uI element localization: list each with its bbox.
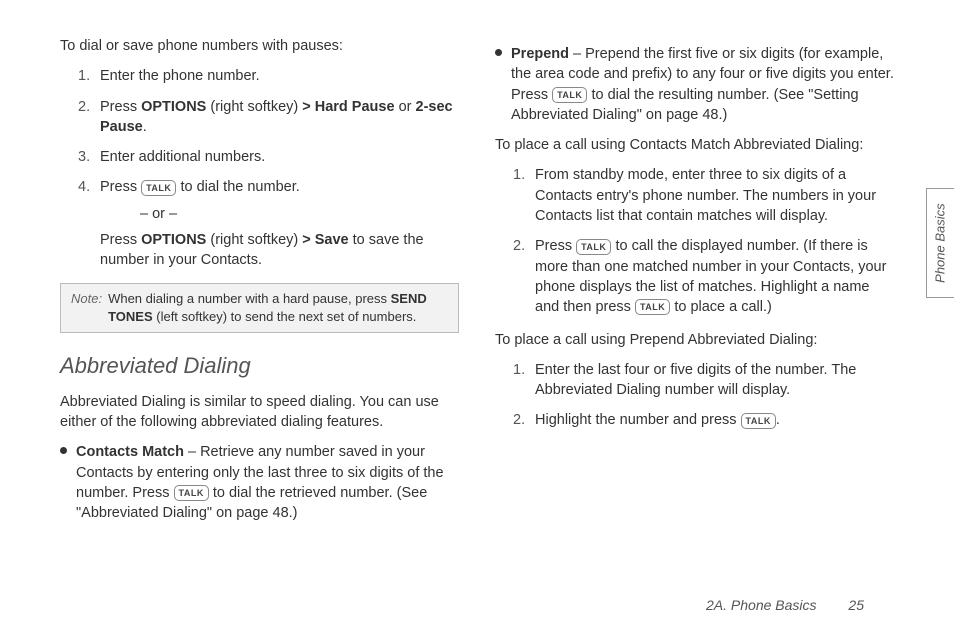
contacts-match-title: Contacts Match	[76, 444, 184, 460]
feature-list: Contacts Match – Retrieve any number sav…	[60, 442, 459, 523]
gt-icon: >	[302, 232, 310, 248]
feature-list-cont: Prepend – Prepend the first five or six …	[495, 44, 894, 125]
abbreviated-dialing-heading: Abbreviated Dialing	[60, 351, 459, 382]
footer-section: 2A. Phone Basics	[706, 597, 817, 613]
or-divider: – or –	[140, 204, 459, 224]
t: (left softkey) to send the next set of n…	[153, 309, 417, 324]
cm-step-1: From standby mode, enter three to six di…	[513, 165, 894, 226]
note-body: When dialing a number with a hard pause,…	[108, 290, 448, 326]
t: (right softkey)	[206, 232, 302, 248]
t: Press	[100, 99, 141, 115]
t: Highlight the number and press	[535, 412, 741, 428]
step-2: Press OPTIONS (right softkey) > Hard Pau…	[78, 97, 459, 138]
step-3: Enter additional numbers.	[78, 147, 459, 167]
t: to place a call.)	[670, 299, 772, 315]
pp-step-1: Enter the last four or five digits of th…	[513, 360, 894, 401]
cm-steps: From standby mode, enter three to six di…	[513, 165, 894, 317]
save-label: Save	[311, 232, 349, 248]
t: Press	[100, 232, 141, 248]
bullet-contacts-match: Contacts Match – Retrieve any number sav…	[60, 442, 459, 523]
page-footer: 2A. Phone Basics 25	[706, 596, 864, 616]
talk-key-icon: TALK	[552, 87, 587, 103]
talk-key-icon: TALK	[576, 239, 611, 255]
t: .	[143, 119, 147, 135]
talk-key-icon: TALK	[741, 413, 776, 429]
step-1: Enter the phone number.	[78, 66, 459, 86]
step-1-text: Enter the phone number.	[100, 68, 260, 84]
t: Press	[535, 238, 576, 254]
pp-step-2: Highlight the number and press TALK.	[513, 410, 894, 430]
options-label: OPTIONS	[141, 232, 206, 248]
talk-key-icon: TALK	[141, 180, 176, 196]
hard-pause-label: Hard Pause	[311, 99, 395, 115]
t: When dialing a number with a hard pause,…	[108, 291, 391, 306]
step-3-text: Enter additional numbers.	[100, 149, 265, 165]
step-4: Press TALK to dial the number. – or – Pr…	[78, 177, 459, 270]
t: or	[395, 99, 416, 115]
note-box: Note: When dialing a number with a hard …	[60, 283, 459, 333]
t: to dial the number.	[176, 179, 299, 195]
t: (right softkey)	[206, 99, 302, 115]
prepend-title: Prepend	[511, 46, 569, 62]
options-label: OPTIONS	[141, 99, 206, 115]
talk-key-icon: TALK	[174, 485, 209, 501]
pp-heading: To place a call using Prepend Abbreviate…	[495, 330, 894, 350]
cm-heading: To place a call using Contacts Match Abb…	[495, 135, 894, 155]
pp-steps: Enter the last four or five digits of th…	[513, 360, 894, 431]
abbrev-desc: Abbreviated Dialing is similar to speed …	[60, 392, 459, 433]
left-column: To dial or save phone numbers with pause…	[60, 36, 459, 534]
t: Press	[100, 179, 141, 195]
t: From standby mode, enter three to six di…	[535, 167, 876, 224]
talk-key-icon: TALK	[635, 299, 670, 315]
cm-step-2: Press TALK to call the displayed number.…	[513, 236, 894, 317]
pause-steps: Enter the phone number. Press OPTIONS (r…	[78, 66, 459, 270]
right-column: Prepend – Prepend the first five or six …	[495, 36, 894, 534]
t: .	[776, 412, 780, 428]
side-tab-label: Phone Basics	[931, 203, 949, 283]
t: Enter the last four or five digits of th…	[535, 362, 856, 398]
note-label: Note:	[71, 290, 102, 326]
footer-page-number: 25	[848, 597, 864, 613]
step-4-alt: Press OPTIONS (right softkey) > Save to …	[100, 230, 459, 271]
intro-text: To dial or save phone numbers with pause…	[60, 36, 459, 56]
gt-icon: >	[302, 99, 310, 115]
side-tab: Phone Basics	[926, 188, 954, 298]
bullet-prepend: Prepend – Prepend the first five or six …	[495, 44, 894, 125]
